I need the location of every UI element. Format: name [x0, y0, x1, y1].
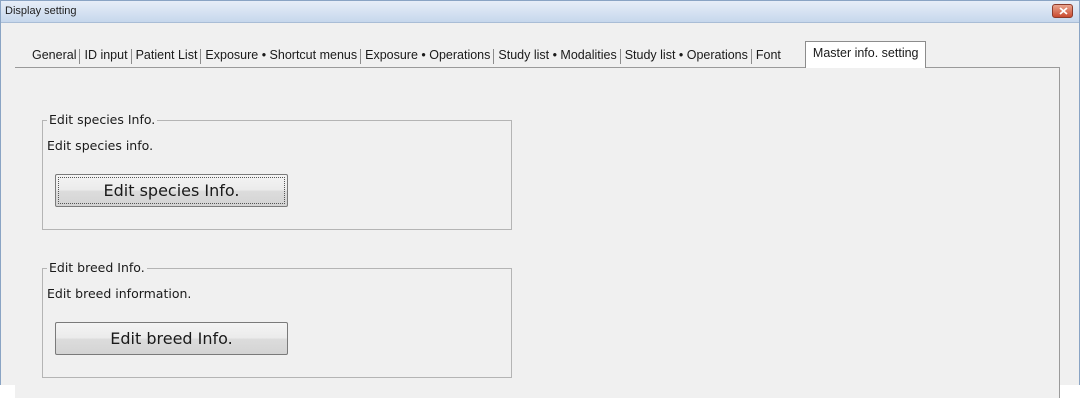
dialog-client-area: General ID input Patient List Exposure •…: [1, 23, 1079, 398]
tab-font[interactable]: Font: [752, 48, 785, 67]
edit-breed-info-button[interactable]: Edit breed Info.: [55, 322, 288, 355]
tab-patient-list[interactable]: Patient List: [132, 48, 202, 67]
species-group-description: Edit species info.: [47, 138, 154, 153]
close-button[interactable]: [1052, 4, 1073, 18]
tab-general[interactable]: General: [28, 48, 81, 67]
breed-group-legend: Edit breed Info.: [47, 260, 147, 276]
display-setting-window: Display setting General ID input Patient…: [0, 0, 1080, 398]
species-group-legend: Edit species Info.: [47, 112, 158, 128]
tab-exposure-shortcut-menus[interactable]: Exposure • Shortcut menus: [201, 48, 361, 67]
close-icon: [1059, 7, 1068, 15]
tab-id-input[interactable]: ID input: [80, 48, 132, 67]
tab-master-info-setting[interactable]: Master info. setting: [804, 41, 926, 68]
tab-strip: General ID input Patient List Exposure •…: [28, 41, 926, 68]
edit-species-info-button[interactable]: Edit species Info.: [55, 174, 288, 207]
tab-study-list-modalities[interactable]: Study list • Modalities: [494, 48, 622, 67]
tab-exposure-operations[interactable]: Exposure • Operations: [361, 48, 495, 67]
species-info-group: Edit species Info. Edit species info. Ed…: [42, 112, 512, 230]
tab-panel-master-info-setting: Edit species Info. Edit species info. Ed…: [15, 67, 1060, 398]
breed-info-group: Edit breed Info. Edit breed information.…: [42, 260, 512, 378]
breed-group-description: Edit breed information.: [47, 286, 192, 301]
tab-study-list-operations[interactable]: Study list • Operations: [621, 48, 753, 67]
title-bar[interactable]: Display setting: [1, 1, 1079, 23]
window-title: Display setting: [5, 5, 77, 17]
